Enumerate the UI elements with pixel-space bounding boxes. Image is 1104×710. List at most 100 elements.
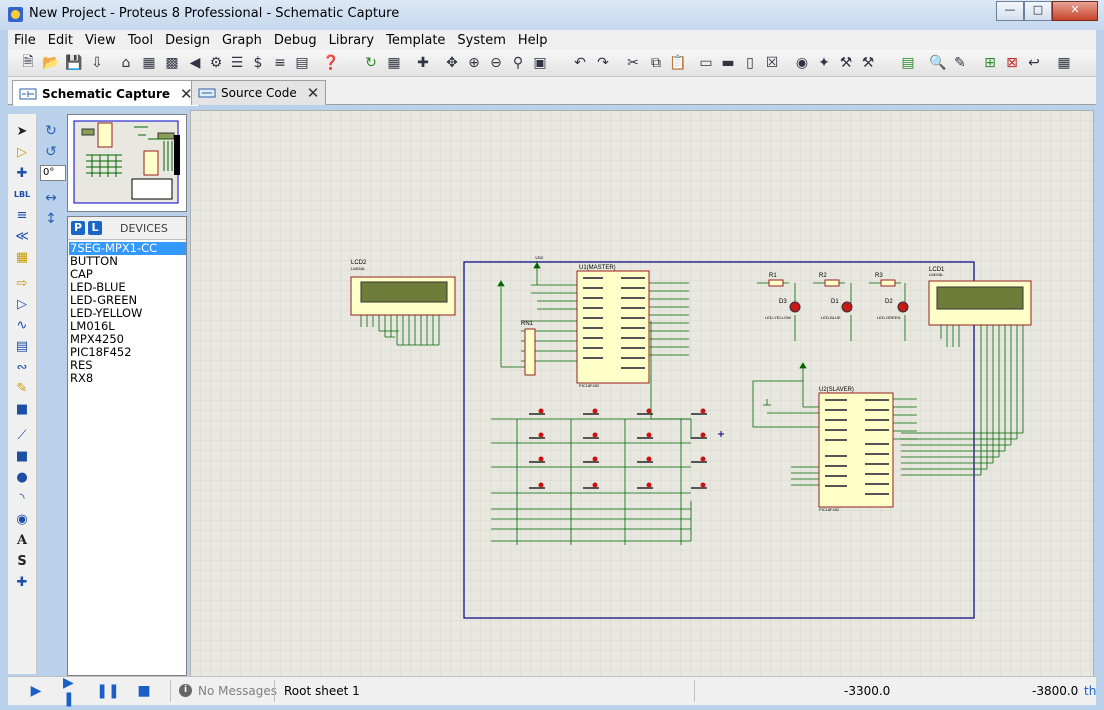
grid-toggle-icon[interactable]: ▦	[384, 53, 404, 73]
block-rotate-icon[interactable]: ▯	[740, 53, 760, 73]
menu-design[interactable]: Design	[159, 30, 216, 50]
zoom-area-icon[interactable]: ▣	[530, 53, 550, 73]
line-mode-icon[interactable]: ⟋	[12, 426, 32, 444]
undo-icon[interactable]: ↶	[570, 53, 590, 73]
packaging-tool-icon[interactable]: ⚒	[836, 53, 856, 73]
zoom-all-icon[interactable]: ⚲	[508, 53, 528, 73]
menu-system[interactable]: System	[451, 30, 511, 50]
component-mode-icon[interactable]: ▷	[12, 143, 32, 161]
refresh-icon[interactable]: ↻	[361, 53, 381, 73]
generator-mode-icon[interactable]: ∾	[12, 358, 32, 376]
block-move-icon[interactable]: ▬	[718, 53, 738, 73]
home-icon[interactable]: ⌂	[116, 53, 136, 73]
device-pins-icon[interactable]: ▷	[12, 295, 32, 313]
zoom-in-icon[interactable]: ⊕	[464, 53, 484, 73]
pause-icon[interactable]: ❚❚	[96, 682, 119, 700]
new-file-icon[interactable]: 🗎	[18, 53, 38, 73]
new-sheet-icon[interactable]: ⊞	[980, 53, 1000, 73]
menu-file[interactable]: File	[8, 30, 42, 50]
box-mode-icon[interactable]: ■	[12, 447, 32, 465]
buses-icon[interactable]: ≪	[12, 227, 32, 245]
minimize-button[interactable]: —	[996, 1, 1024, 21]
rotate-counterclockwise-icon[interactable]: ↺	[41, 143, 61, 161]
gerber-icon[interactable]: ◀	[185, 53, 205, 73]
circle-mode-icon[interactable]: ●	[12, 468, 32, 486]
redo-icon[interactable]: ↷	[593, 53, 613, 73]
rotation-angle-field[interactable]: 0°	[40, 165, 66, 181]
menu-graph[interactable]: Graph	[216, 30, 268, 50]
import-icon[interactable]: ⇩	[87, 53, 107, 73]
play-icon[interactable]: ▶	[27, 682, 45, 700]
close-tab-icon[interactable]: ✕	[307, 84, 320, 102]
symbol-mode-icon[interactable]: S	[12, 552, 32, 570]
make-device-icon[interactable]: ✦	[814, 53, 834, 73]
3d-viewer-icon[interactable]: ⚙	[206, 53, 226, 73]
subcircuit-icon[interactable]: ▦	[12, 248, 32, 266]
netlist-icon[interactable]: ▦	[1054, 53, 1074, 73]
terminals-icon[interactable]: ⇨	[12, 274, 32, 292]
paste-icon[interactable]: 📋	[668, 53, 688, 73]
menu-edit[interactable]: Edit	[42, 30, 79, 50]
junction-dot-icon[interactable]: ✚	[12, 164, 32, 182]
rotate-clockwise-icon[interactable]: ↻	[41, 122, 61, 140]
marker-mode-icon[interactable]: ✚	[12, 573, 32, 591]
pick-device-button[interactable]: P	[71, 221, 85, 235]
text-script-icon[interactable]: ≡	[12, 206, 32, 224]
pan-icon[interactable]: ✥	[442, 53, 462, 73]
menu-tool[interactable]: Tool	[122, 30, 159, 50]
text-mode-icon[interactable]: A	[12, 531, 32, 549]
menu-template[interactable]: Template	[380, 30, 451, 50]
save-icon[interactable]: 💾	[64, 53, 84, 73]
remove-sheet-icon[interactable]: ⊠	[1002, 53, 1022, 73]
source-code-icon[interactable]: ≡	[270, 53, 290, 73]
menu-view[interactable]: View	[79, 30, 122, 50]
menu-help[interactable]: Help	[512, 30, 554, 50]
tab-source-code[interactable]: Source Code ✕	[191, 80, 327, 105]
bill-of-materials-icon[interactable]: ☰	[227, 53, 247, 73]
schematic-editing-window[interactable]: LCD2 LM016L U1(MASTER) PIC18F452 VDD RN1…	[190, 110, 1094, 677]
messages-status[interactable]: No Messages	[198, 684, 277, 698]
unit-indicator[interactable]: th	[1084, 684, 1096, 698]
window-controls: — □ ✕	[996, 1, 1098, 21]
virtual-instruments-icon[interactable]: ■	[12, 400, 32, 418]
cut-icon[interactable]: ✂	[623, 53, 643, 73]
help-icon[interactable]: ❓	[321, 53, 341, 73]
tab-schematic-capture[interactable]: Schematic Capture ✕	[12, 80, 200, 106]
zoom-out-icon[interactable]: ⊖	[486, 53, 506, 73]
maximize-button[interactable]: □	[1024, 1, 1052, 21]
property-assignment-icon[interactable]: ✎	[950, 53, 970, 73]
search-tag-icon[interactable]: 🔍	[928, 53, 948, 73]
step-icon[interactable]: ▶​❚	[63, 675, 81, 707]
mirror-x-icon[interactable]: ↔	[41, 189, 61, 207]
library-manager-button[interactable]: L	[88, 221, 102, 235]
menu-debug[interactable]: Debug	[268, 30, 323, 50]
exit-to-parent-icon[interactable]: ↩	[1024, 53, 1044, 73]
graph-mode-icon[interactable]: ∿	[12, 316, 32, 334]
decompose-icon[interactable]: ⚒	[858, 53, 878, 73]
pcb-layout-icon[interactable]: ▩	[162, 53, 182, 73]
overview-window[interactable]	[67, 114, 187, 212]
arc-mode-icon[interactable]: ◝	[12, 489, 32, 507]
block-copy-icon[interactable]: ▭	[696, 53, 716, 73]
schematic-icon[interactable]: ▦	[139, 53, 159, 73]
origin-icon[interactable]: ✚	[413, 53, 433, 73]
pick-device-icon[interactable]: ◉	[792, 53, 812, 73]
design-explorer-icon[interactable]: $	[248, 53, 268, 73]
menu-library[interactable]: Library	[323, 30, 380, 50]
tape-recorder-icon[interactable]: ▤	[12, 337, 32, 355]
selection-mode-icon[interactable]: ➤	[12, 122, 32, 140]
mirror-y-icon[interactable]: ↕	[41, 210, 61, 228]
path-mode-icon[interactable]: ◉	[12, 510, 32, 528]
wire-label-icon[interactable]: LBL	[12, 185, 32, 203]
coordinate-y: -3800.0	[1032, 684, 1079, 698]
close-window-button[interactable]: ✕	[1052, 1, 1098, 21]
copy-icon[interactable]: ⧉	[646, 53, 666, 73]
device-item[interactable]: RX8	[69, 372, 186, 385]
schematic-canvas[interactable]: LCD2 LM016L U1(MASTER) PIC18F452 VDD RN1…	[191, 111, 1093, 676]
voltage-probe-icon[interactable]: ✎	[12, 379, 32, 397]
stop-icon[interactable]: ■	[135, 682, 153, 700]
open-folder-icon[interactable]: 📂	[41, 53, 61, 73]
wire-autorouter-icon[interactable]: ▤	[898, 53, 918, 73]
notes-icon[interactable]: ▤	[292, 53, 312, 73]
block-delete-icon[interactable]: ☒	[762, 53, 782, 73]
